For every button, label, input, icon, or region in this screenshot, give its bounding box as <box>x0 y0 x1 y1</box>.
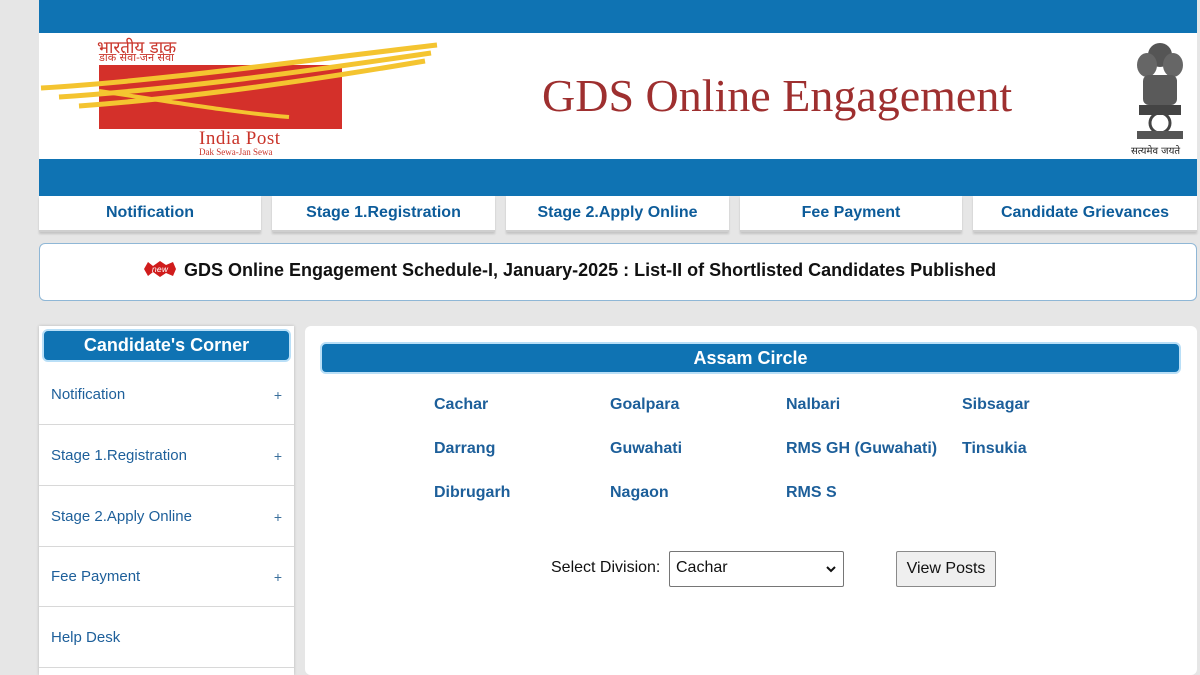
expand-plus-icon[interactable]: + <box>274 448 282 464</box>
view-posts-button[interactable]: View Posts <box>896 551 996 587</box>
division-link-goalpara[interactable]: Goalpara <box>610 396 679 414</box>
division-link-nagaon[interactable]: Nagaon <box>610 484 669 502</box>
chevron-down-icon <box>826 566 836 573</box>
nav-candidate-grievances[interactable]: Candidate Grievances <box>973 196 1197 232</box>
sidebar-item-label: Help Desk <box>51 629 121 646</box>
nav-stage2-apply-online[interactable]: Stage 2.Apply Online <box>506 196 729 232</box>
division-link-tinsukia[interactable]: Tinsukia <box>962 440 1027 458</box>
select-division-label: Select Division: <box>551 559 661 576</box>
division-link-dibrugarh[interactable]: Dibrugarh <box>434 484 510 502</box>
top-blue-bar <box>39 0 1197 33</box>
nav-notification[interactable]: Notification <box>39 196 261 232</box>
expand-plus-icon[interactable]: + <box>274 569 282 585</box>
ashoka-emblem-icon <box>1137 43 1183 139</box>
site-header: भारतीय डाक डाक सेवा-जन सेवा India Post D… <box>39 33 1197 159</box>
sidebar-item-label: Fee Payment <box>51 568 141 585</box>
sidebar-item-label: Notification <box>51 386 126 403</box>
logo-tagline: Dak Sewa-Jan Sewa <box>199 147 273 157</box>
division-select-value: Cachar <box>676 559 728 576</box>
announcement-banner: new GDS Online Engagement Schedule-I, Ja… <box>39 243 1197 301</box>
sidebar-item-notification[interactable]: Notification + <box>39 365 294 425</box>
division-link-cachar[interactable]: Cachar <box>434 396 488 414</box>
emblem-motto: सत्यमेव जयते <box>1131 146 1181 157</box>
sidebar-item-stage2-apply-online[interactable]: Stage 2.Apply Online + <box>39 487 294 547</box>
division-link-rms-s[interactable]: RMS S <box>786 484 837 502</box>
sidebar-title: Candidate's Corner <box>42 329 291 362</box>
sidebar-item-fee-payment[interactable]: Fee Payment + <box>39 547 294 607</box>
page-title: GDS Online Engagement <box>542 70 1013 121</box>
division-link-darrang[interactable]: Darrang <box>434 440 495 458</box>
sidebar-item-label: Stage 2.Apply Online <box>51 508 192 525</box>
candidates-corner-sidebar: Candidate's Corner Notification + Stage … <box>39 326 294 675</box>
sidebar-item-label: Stage 1.Registration <box>51 447 187 464</box>
nav-stage1-registration[interactable]: Stage 1.Registration <box>272 196 495 232</box>
expand-plus-icon[interactable]: + <box>274 509 282 525</box>
sidebar-item-stage1-registration[interactable]: Stage 1.Registration + <box>39 426 294 486</box>
expand-plus-icon[interactable]: + <box>274 387 282 403</box>
division-link-sibsagar[interactable]: Sibsagar <box>962 396 1030 414</box>
svg-text:new: new <box>152 265 169 274</box>
circle-title: Assam Circle <box>320 342 1181 374</box>
division-link-nalbari[interactable]: Nalbari <box>786 396 840 414</box>
header-blue-band <box>39 159 1197 196</box>
india-post-logo[interactable]: भारतीय डाक डाक सेवा-जन सेवा India Post D… <box>39 33 459 159</box>
announcement-link[interactable]: GDS Online Engagement Schedule-I, Januar… <box>184 260 996 281</box>
nav-fee-payment[interactable]: Fee Payment <box>740 196 962 232</box>
division-link-guwahati[interactable]: Guwahati <box>610 440 682 458</box>
new-badge-icon: new <box>144 261 176 277</box>
division-select[interactable]: Cachar <box>669 551 844 587</box>
sidebar-item-help-desk[interactable]: Help Desk <box>39 608 294 668</box>
main-content-panel: Assam Circle Cachar Goalpara Nalbari Sib… <box>305 326 1197 675</box>
national-emblem: सत्यमेव जयते <box>1127 33 1193 159</box>
division-link-rms-gh-guwahati[interactable]: RMS GH (Guwahati) <box>786 440 937 458</box>
